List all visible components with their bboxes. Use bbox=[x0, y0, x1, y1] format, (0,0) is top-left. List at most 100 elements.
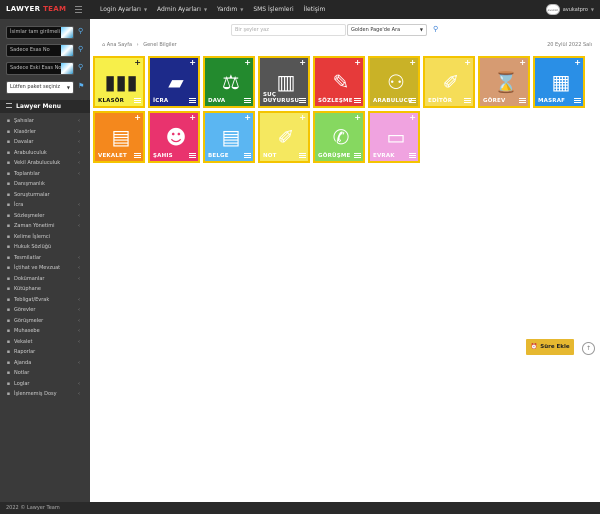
search-icon[interactable]: ⚲ bbox=[433, 25, 438, 33]
sidebar-item-15[interactable]: ▪ Dokümanlar ‹ bbox=[0, 274, 90, 285]
sidebar-item-label: Görüşmeler bbox=[14, 317, 44, 324]
tile-3[interactable]: + ▥ SUÇ DUYURUSU bbox=[258, 56, 310, 108]
sidebar-item-14[interactable]: ▪ İçtihat ve Mevzuat ‹ bbox=[0, 263, 90, 274]
sidebar-item-24[interactable]: ▪ Notlar bbox=[0, 368, 90, 379]
sidebar-item-1[interactable]: ▪ Klasörler ‹ bbox=[0, 127, 90, 138]
sidebar-toggle-icon[interactable] bbox=[75, 6, 82, 13]
search-by-case-no-input[interactable]: Sadece Esas No bbox=[6, 44, 74, 57]
search-icon[interactable]: ⚲ bbox=[78, 63, 83, 71]
add-duration-button[interactable]: ⏰ Süre Ekle bbox=[526, 339, 574, 355]
list-icon[interactable] bbox=[244, 153, 251, 159]
topnav-item-2[interactable]: Yardım ▼ bbox=[212, 0, 248, 19]
tile-label: ARABULUCU bbox=[373, 98, 413, 104]
tile-1[interactable]: + ▰ İCRA bbox=[148, 56, 200, 108]
list-icon[interactable] bbox=[519, 98, 526, 104]
search-icon[interactable]: ⚲ bbox=[78, 27, 83, 35]
chevron-down-icon: ▼ bbox=[143, 7, 148, 12]
sidebar-item-21[interactable]: ▪ Vekalet ‹ bbox=[0, 337, 90, 348]
sidebar-item-4[interactable]: ▪ Vekil Arabuluculuk ‹ bbox=[0, 158, 90, 169]
plus-icon[interactable]: + bbox=[134, 114, 141, 122]
tile-5[interactable]: + ⚇ ARABULUCU bbox=[368, 56, 420, 108]
package-select[interactable]: Lütfen paket seçiniz ▼ bbox=[6, 81, 74, 94]
search-scope-select[interactable]: Golden Page'de Ara ▼ bbox=[347, 24, 427, 36]
plus-icon[interactable]: + bbox=[354, 59, 361, 67]
tile-2[interactable]: + ⚖ DAVA bbox=[203, 56, 255, 108]
plus-icon[interactable]: + bbox=[134, 59, 141, 67]
list-icon[interactable] bbox=[244, 98, 251, 104]
sidebar-item-10[interactable]: ▪ Zaman Yönetimi ‹ bbox=[0, 221, 90, 232]
list-icon[interactable] bbox=[189, 153, 196, 159]
sidebar-item-20[interactable]: ▪ Muhasebe ‹ bbox=[0, 326, 90, 337]
sidebar-item-26[interactable]: ▪ İşlenmemiş Dosy ‹ bbox=[0, 389, 90, 400]
sidebar-item-23[interactable]: ▪ Ajanda ‹ bbox=[0, 358, 90, 369]
sidebar-item-6[interactable]: ▪ Danışmanlık bbox=[0, 179, 90, 190]
list-icon[interactable] bbox=[409, 153, 416, 159]
list-icon[interactable] bbox=[134, 98, 141, 104]
plus-icon[interactable]: + bbox=[574, 59, 581, 67]
tile-13[interactable]: + ✆ GÖRÜŞME bbox=[313, 111, 365, 163]
sidebar-item-22[interactable]: ▪ Raporlar bbox=[0, 347, 90, 358]
plus-icon[interactable]: + bbox=[189, 114, 196, 122]
sidebar-item-11[interactable]: ▪ Kelime İşlemci bbox=[0, 232, 90, 243]
scroll-top-button[interactable]: ↑ bbox=[582, 342, 595, 355]
topnav-item-1[interactable]: Admin Ayarları ▼ bbox=[152, 0, 212, 19]
plus-icon[interactable]: + bbox=[409, 59, 416, 67]
sidebar-item-9[interactable]: ▪ Sözleşmeler ‹ bbox=[0, 211, 90, 222]
sidebar-item-25[interactable]: ▪ Loglar ‹ bbox=[0, 379, 90, 390]
plus-icon[interactable]: + bbox=[354, 114, 361, 122]
tile-4[interactable]: + ✎ SÖZLEŞME bbox=[313, 56, 365, 108]
list-icon[interactable] bbox=[354, 98, 361, 104]
plus-icon[interactable]: + bbox=[299, 59, 306, 67]
tile-12[interactable]: + ✐ NOT bbox=[258, 111, 310, 163]
sidebar-item-3[interactable]: ▪ Arabuluculuk ‹ bbox=[0, 148, 90, 159]
list-icon[interactable] bbox=[134, 153, 141, 159]
tile-11[interactable]: + ▤ BELGE bbox=[203, 111, 255, 163]
list-icon[interactable] bbox=[409, 98, 416, 104]
list-icon[interactable] bbox=[354, 153, 361, 159]
list-icon[interactable] bbox=[464, 98, 471, 104]
info-icon[interactable]: ⚑ bbox=[78, 82, 84, 90]
tile-0[interactable]: + ▮▮▮ KLASÖR bbox=[93, 56, 145, 108]
tile-7[interactable]: + ⌛ GÖREV bbox=[478, 56, 530, 108]
search-by-old-case-no-input[interactable]: Sadece Eski Esas No bbox=[6, 62, 74, 75]
plus-icon[interactable]: + bbox=[519, 59, 526, 67]
list-icon[interactable] bbox=[299, 153, 306, 159]
sidebar-item-13[interactable]: ▪ Tesmilatlar ‹ bbox=[0, 253, 90, 264]
tile-6[interactable]: + ✐ EDİTÖR bbox=[423, 56, 475, 108]
search-input[interactable]: Bir şeyler yaz bbox=[231, 24, 346, 36]
tile-9[interactable]: + ▤ VEKALET bbox=[93, 111, 145, 163]
plus-icon[interactable]: + bbox=[244, 114, 251, 122]
sidebar-item-18[interactable]: ▪ Görevler ‹ bbox=[0, 305, 90, 316]
sidebar-item-8[interactable]: ▪ İcra ‹ bbox=[0, 200, 90, 211]
sidebar-item-label: İçtihat ve Mevzuat bbox=[14, 265, 61, 271]
sidebar-item-7[interactable]: ▪ Soruşturmalar bbox=[0, 190, 90, 201]
plus-icon[interactable]: + bbox=[244, 59, 251, 67]
plus-icon[interactable]: + bbox=[299, 114, 306, 122]
search-icon[interactable]: ⚲ bbox=[78, 45, 83, 53]
sidebar-item-2[interactable]: ▪ Davalar ‹ bbox=[0, 137, 90, 148]
plus-icon[interactable]: + bbox=[189, 59, 196, 67]
chevron-left-icon: ‹ bbox=[78, 307, 80, 313]
sidebar-item-5[interactable]: ▪ Toplantılar ‹ bbox=[0, 169, 90, 180]
tile-14[interactable]: + ▭ EVRAK bbox=[368, 111, 420, 163]
plus-icon[interactable]: + bbox=[409, 114, 416, 122]
plus-icon[interactable]: + bbox=[464, 59, 471, 67]
sidebar-item-17[interactable]: ▪ Tebligat/Evrak ‹ bbox=[0, 295, 90, 306]
topnav-item-3[interactable]: SMS İşlemleri bbox=[248, 0, 298, 19]
sidebar-item-19[interactable]: ▪ Görüşmeler ‹ bbox=[0, 316, 90, 327]
list-icon[interactable] bbox=[299, 98, 306, 104]
sidebar-item-0[interactable]: ▪ Şahıslar ‹ bbox=[0, 116, 90, 127]
sidebar-item-12[interactable]: ▪ Hukuk Sözlüğü bbox=[0, 242, 90, 253]
pen-icon: ▪ bbox=[6, 212, 11, 219]
breadcrumb-home[interactable]: Ana Sayfa bbox=[107, 42, 132, 48]
tile-10[interactable]: + ☻ ŞAHIS bbox=[148, 111, 200, 163]
list-icon[interactable] bbox=[189, 98, 196, 104]
brand-logo[interactable]: LAWYER TEAM bbox=[6, 5, 66, 13]
tile-8[interactable]: + ▦ MASRAF bbox=[533, 56, 585, 108]
list-icon[interactable] bbox=[574, 98, 581, 104]
topnav-item-0[interactable]: Login Ayarları ▼ bbox=[95, 0, 152, 19]
sidebar-item-16[interactable]: ▪ Kütüphane bbox=[0, 284, 90, 295]
user-menu[interactable]: avukat avukatpro ▼ bbox=[545, 3, 594, 16]
topnav-item-4[interactable]: İletişim bbox=[299, 0, 331, 19]
search-by-name-input[interactable]: İsimlar tam girilmeli bbox=[6, 26, 74, 39]
